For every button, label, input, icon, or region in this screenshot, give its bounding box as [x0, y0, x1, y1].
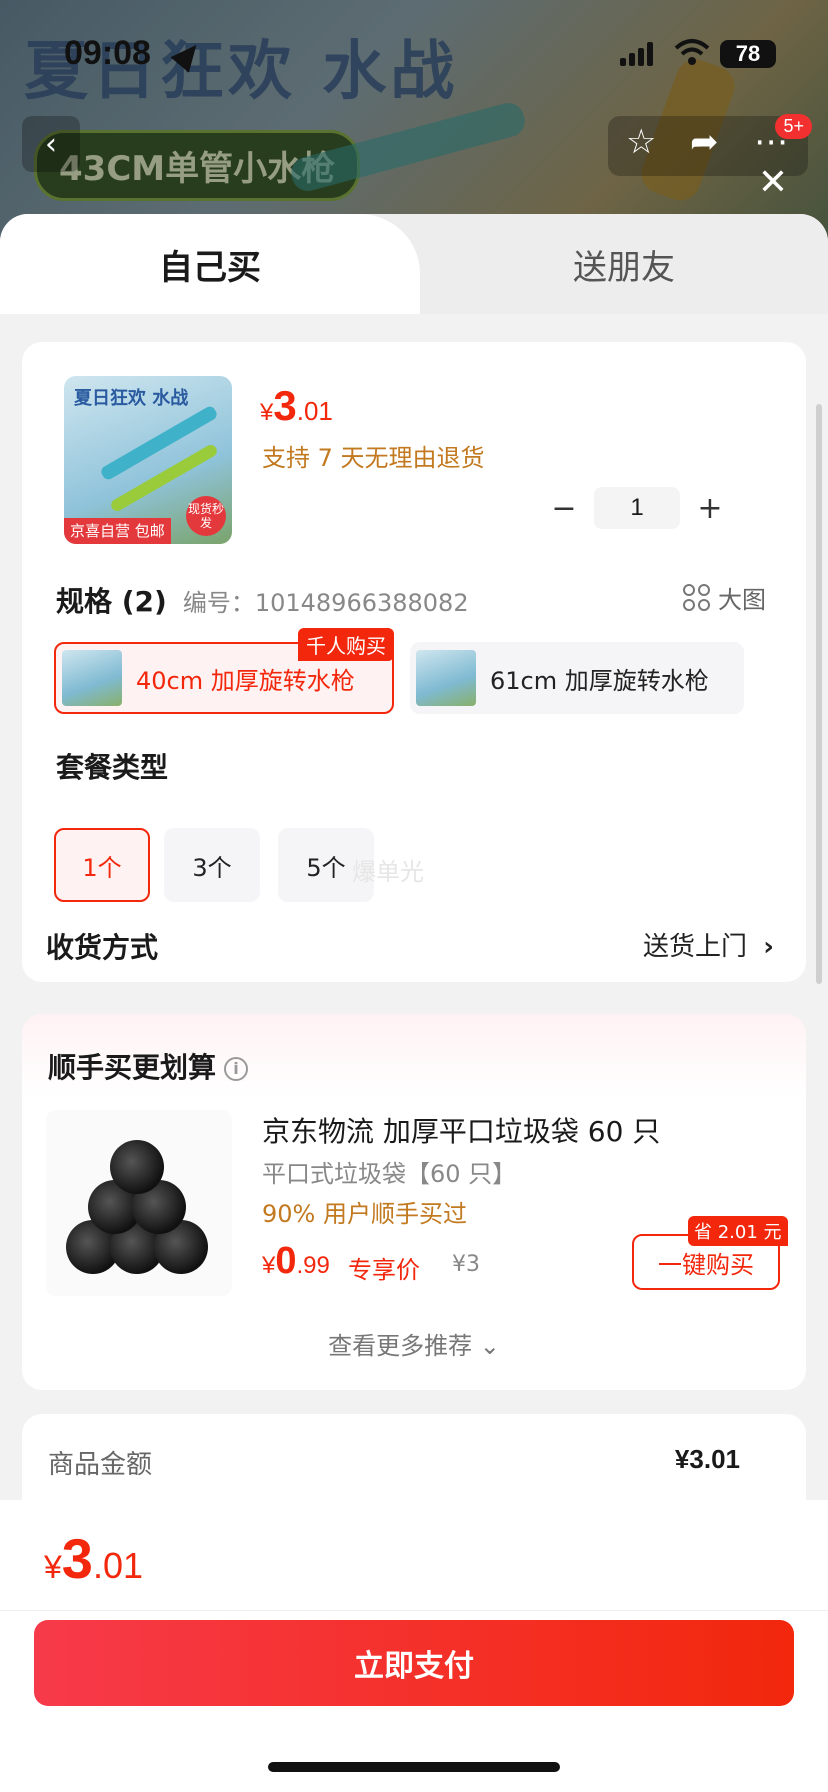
- rec-product-name[interactable]: 京东物流 加厚平口垃圾袋 60 只: [262, 1110, 660, 1150]
- return-policy: 支持 7 天无理由退货: [262, 444, 485, 472]
- combo-option-1[interactable]: 1个: [54, 828, 150, 902]
- rec-price-decimal: .99: [296, 1252, 330, 1279]
- back-button[interactable]: ‹: [22, 116, 80, 172]
- notification-badge: 5+: [775, 114, 812, 139]
- star-icon[interactable]: ☆: [626, 122, 656, 162]
- scrollbar[interactable]: [816, 404, 822, 984]
- thumb-toy-shape: [99, 404, 219, 482]
- roll-shape: [110, 1140, 164, 1194]
- total-decimal: .01: [92, 1545, 143, 1586]
- recommendation-card: 顺手买更划算 i 京东物流 加厚平口垃圾袋 60 只 平口式垃圾袋【60 只】 9…: [22, 1014, 806, 1390]
- chevron-down-icon: ⌄: [479, 1332, 500, 1360]
- option-label: 61cm 加厚旋转水枪: [490, 666, 709, 695]
- goods-amount-value: ¥3.01: [674, 1444, 740, 1474]
- spec-header: 规格 (2) 编号：10148966388082 大图: [56, 580, 776, 620]
- chevron-left-icon: ‹: [45, 126, 57, 162]
- spec-code: 编号：10148966388082: [182, 588, 469, 617]
- product-price: ¥3.01: [260, 382, 333, 430]
- rec-buy-percent: 90% 用户顺手买过: [262, 1200, 467, 1228]
- info-icon[interactable]: i: [224, 1057, 249, 1081]
- minus-icon[interactable]: −: [544, 491, 584, 526]
- product-config-card: 夏日狂欢 水战 京喜自营 包邮 现货秒发 ¥3.01 支持 7 天无理由退货 −…: [22, 342, 806, 982]
- goods-amount-label: 商品金额: [48, 1450, 153, 1480]
- home-indicator[interactable]: [268, 1762, 560, 1772]
- wifi-icon: [674, 39, 710, 65]
- close-icon[interactable]: ✕: [758, 162, 788, 203]
- total-integer: 3: [61, 1527, 93, 1590]
- rec-price: ¥0.99: [262, 1240, 330, 1283]
- chevron-right-icon: ›: [763, 932, 774, 962]
- thumb-stock-stamp: 现货秒发: [186, 496, 226, 536]
- quantity-stepper: − 1 +: [544, 486, 730, 530]
- pay-now-button[interactable]: 立即支付: [34, 1620, 794, 1706]
- thumb-shipping-tag: 京喜自营 包邮: [64, 518, 171, 544]
- rec-exclusive-label: 专享价: [348, 1256, 420, 1284]
- spec-title: 规格 (2): [56, 585, 167, 618]
- save-amount-tag: 省 2.01 元: [688, 1216, 788, 1246]
- plus-icon[interactable]: +: [690, 491, 730, 526]
- checkout-footer: ¥3.01 立即支付: [0, 1500, 828, 1792]
- big-image-button[interactable]: 大图: [683, 580, 766, 615]
- status-time: 09:08: [64, 34, 151, 72]
- big-image-label: 大图: [718, 586, 766, 614]
- battery-icon: 78: [720, 40, 776, 68]
- combo-option-3[interactable]: 3个: [164, 828, 260, 902]
- more-recommendations-link[interactable]: 查看更多推荐 ⌄: [22, 1326, 806, 1361]
- rec-title-text: 顺手买更划算: [48, 1051, 217, 1084]
- hot-sale-tag: 千人购买: [298, 628, 394, 661]
- delivery-value: 送货上门: [643, 932, 748, 962]
- tab-buy-self[interactable]: 自己买: [0, 214, 420, 314]
- rec-product-thumbnail[interactable]: [46, 1110, 232, 1296]
- signal-icon: [620, 42, 656, 66]
- location-arrow-icon: [170, 37, 206, 73]
- grid-icon: [683, 584, 710, 611]
- rec-product-spec: 平口式垃圾袋【60 只】: [262, 1160, 517, 1188]
- purchase-tabs: 自己买 送朋友: [0, 214, 828, 314]
- rec-price-currency: ¥: [262, 1252, 276, 1279]
- rec-price-integer: 0: [275, 1240, 297, 1282]
- price-integer: 3: [273, 382, 297, 429]
- rec-title: 顺手买更划算 i: [48, 1046, 249, 1086]
- option-thumbnail: [62, 650, 122, 706]
- spec-option-61cm[interactable]: 61cm 加厚旋转水枪: [410, 642, 744, 714]
- total-currency: ¥: [44, 1549, 62, 1585]
- option-thumbnail: [416, 650, 476, 706]
- combo-title: 套餐类型: [56, 751, 169, 784]
- tab-send-friend[interactable]: 送朋友: [420, 214, 828, 314]
- thumb-title: 夏日狂欢 水战: [74, 388, 189, 409]
- quantity-input[interactable]: 1: [594, 487, 680, 529]
- delivery-label: 收货方式: [46, 931, 159, 964]
- more-rec-label: 查看更多推荐: [328, 1332, 473, 1360]
- divider: [0, 1610, 828, 1611]
- delivery-selector[interactable]: 送货上门 ›: [643, 926, 774, 963]
- status-bar: 09:08 78: [0, 28, 828, 84]
- watermark-text: 爆单光: [352, 858, 424, 886]
- option-label: 40cm 加厚旋转水枪: [136, 666, 355, 695]
- share-icon[interactable]: ➦: [690, 122, 719, 162]
- price-decimal: .01: [296, 396, 333, 426]
- total-price: ¥3.01: [44, 1526, 143, 1591]
- rec-original-price: ¥3: [452, 1252, 480, 1277]
- product-thumbnail[interactable]: 夏日狂欢 水战 京喜自营 包邮 现货秒发: [64, 376, 232, 544]
- price-currency: ¥: [260, 399, 274, 426]
